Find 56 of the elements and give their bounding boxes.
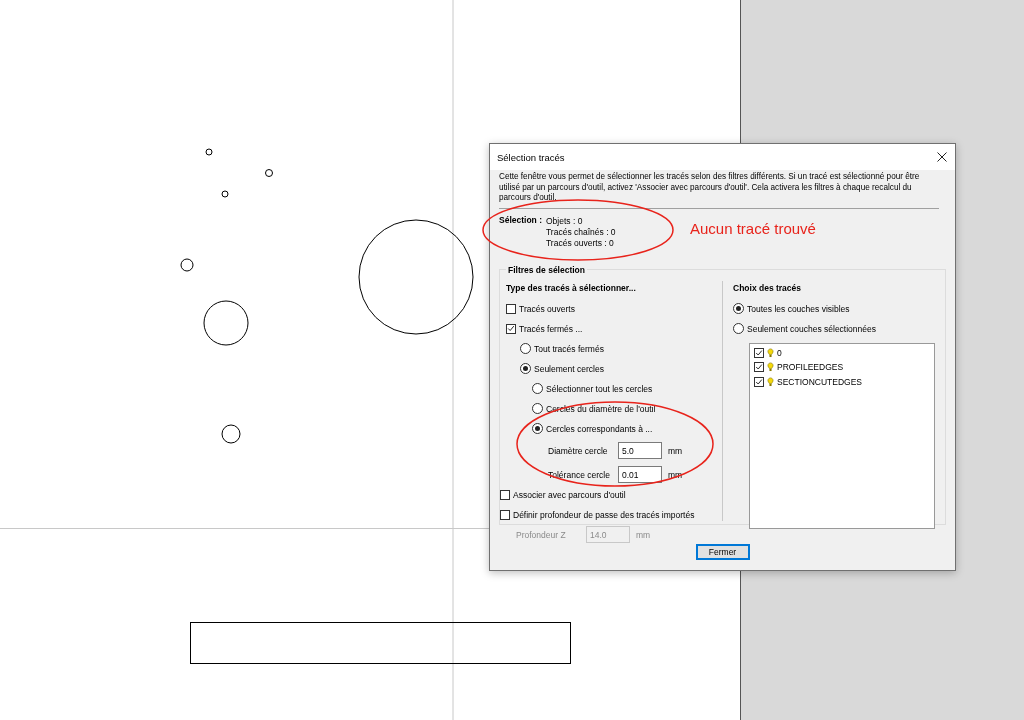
radio-button[interactable] — [520, 343, 531, 354]
checkbox[interactable] — [506, 303, 516, 314]
option-label: Tracés fermés ... — [519, 323, 583, 334]
checkbox[interactable] — [754, 362, 764, 373]
option-label: Associer avec parcours d'outil — [513, 489, 626, 500]
field-label: Profondeur Z — [516, 529, 567, 540]
circle-shape — [180, 258, 194, 272]
option-label: Seulement cercles — [534, 363, 604, 374]
checkbox[interactable] — [506, 323, 516, 334]
option-label: Tracés ouverts — [519, 303, 575, 314]
circle-shape — [203, 300, 249, 346]
layer-name[interactable]: PROFILEEDGES — [777, 362, 844, 373]
unit-label: mm — [668, 469, 683, 480]
field-label: Diamètre cercle — [548, 445, 609, 456]
description-text: Cette fenêtre vous permet de sélectionner les tracés selon des filtres différents. Si un tracé est sélectionné pour être utilisé par un parcours d'outil, activez 'Associer avec parcours d'outil'. Cela activera les filtres à chaque recalcul du parcours d'outil. — [499, 172, 921, 204]
selection-label: Sélection : — [499, 214, 542, 227]
circle-shape — [221, 424, 241, 444]
group-title: Filtres de sélection — [507, 264, 586, 275]
radio-button[interactable] — [733, 303, 744, 314]
count-text: Tracés ouverts : 0 — [546, 237, 615, 249]
circle-shape — [221, 190, 229, 198]
count-text: Objets : 0 — [546, 215, 584, 227]
checkbox[interactable] — [500, 509, 510, 520]
section-heading: Type des tracés à sélectionner... — [506, 282, 637, 293]
close-icon[interactable] — [937, 152, 947, 162]
radio-button[interactable] — [733, 323, 744, 334]
close-button[interactable]: Fermer — [695, 543, 750, 560]
checkbox[interactable] — [500, 489, 510, 500]
lightbulb-icon — [767, 347, 774, 358]
window-title: Sélection tracés — [497, 151, 565, 163]
section-heading: Choix des tracés — [733, 282, 803, 293]
checkbox[interactable] — [754, 376, 764, 387]
radio-button[interactable] — [520, 363, 531, 374]
layer-name[interactable]: SECTIONCUTEDGES — [777, 376, 862, 387]
field-label: Tolérance cercle — [548, 469, 611, 480]
input-field[interactable]: 5.0 — [618, 442, 662, 459]
option-label: Tout tracés fermés — [534, 343, 604, 354]
circle-shape — [265, 169, 273, 177]
count-text: Tracés chaînés : 0 — [546, 226, 616, 238]
circle-shape — [205, 148, 213, 156]
option-label: Seulement couches sélectionnées — [747, 323, 876, 334]
radio-button[interactable] — [532, 403, 543, 414]
option-label: Sélectionner tout les cercles — [546, 383, 653, 394]
input-field[interactable]: 0.01 — [618, 466, 662, 483]
radio-button[interactable] — [532, 383, 543, 394]
radio-button[interactable] — [532, 423, 543, 434]
option-label: Toutes les couches visibles — [747, 303, 850, 314]
option-label: Définir profondeur de passe des tracés importés — [513, 509, 695, 520]
lightbulb-icon — [767, 376, 774, 387]
unit-label: mm — [668, 445, 683, 456]
checkbox[interactable] — [754, 347, 764, 358]
layer-name[interactable]: 0 — [777, 347, 782, 358]
lightbulb-icon — [767, 362, 774, 373]
option-label: Cercles correspondants à ... — [546, 423, 653, 434]
unit-label: mm — [636, 529, 651, 540]
annotation-text: Aucun tracé trouvé — [690, 220, 816, 237]
